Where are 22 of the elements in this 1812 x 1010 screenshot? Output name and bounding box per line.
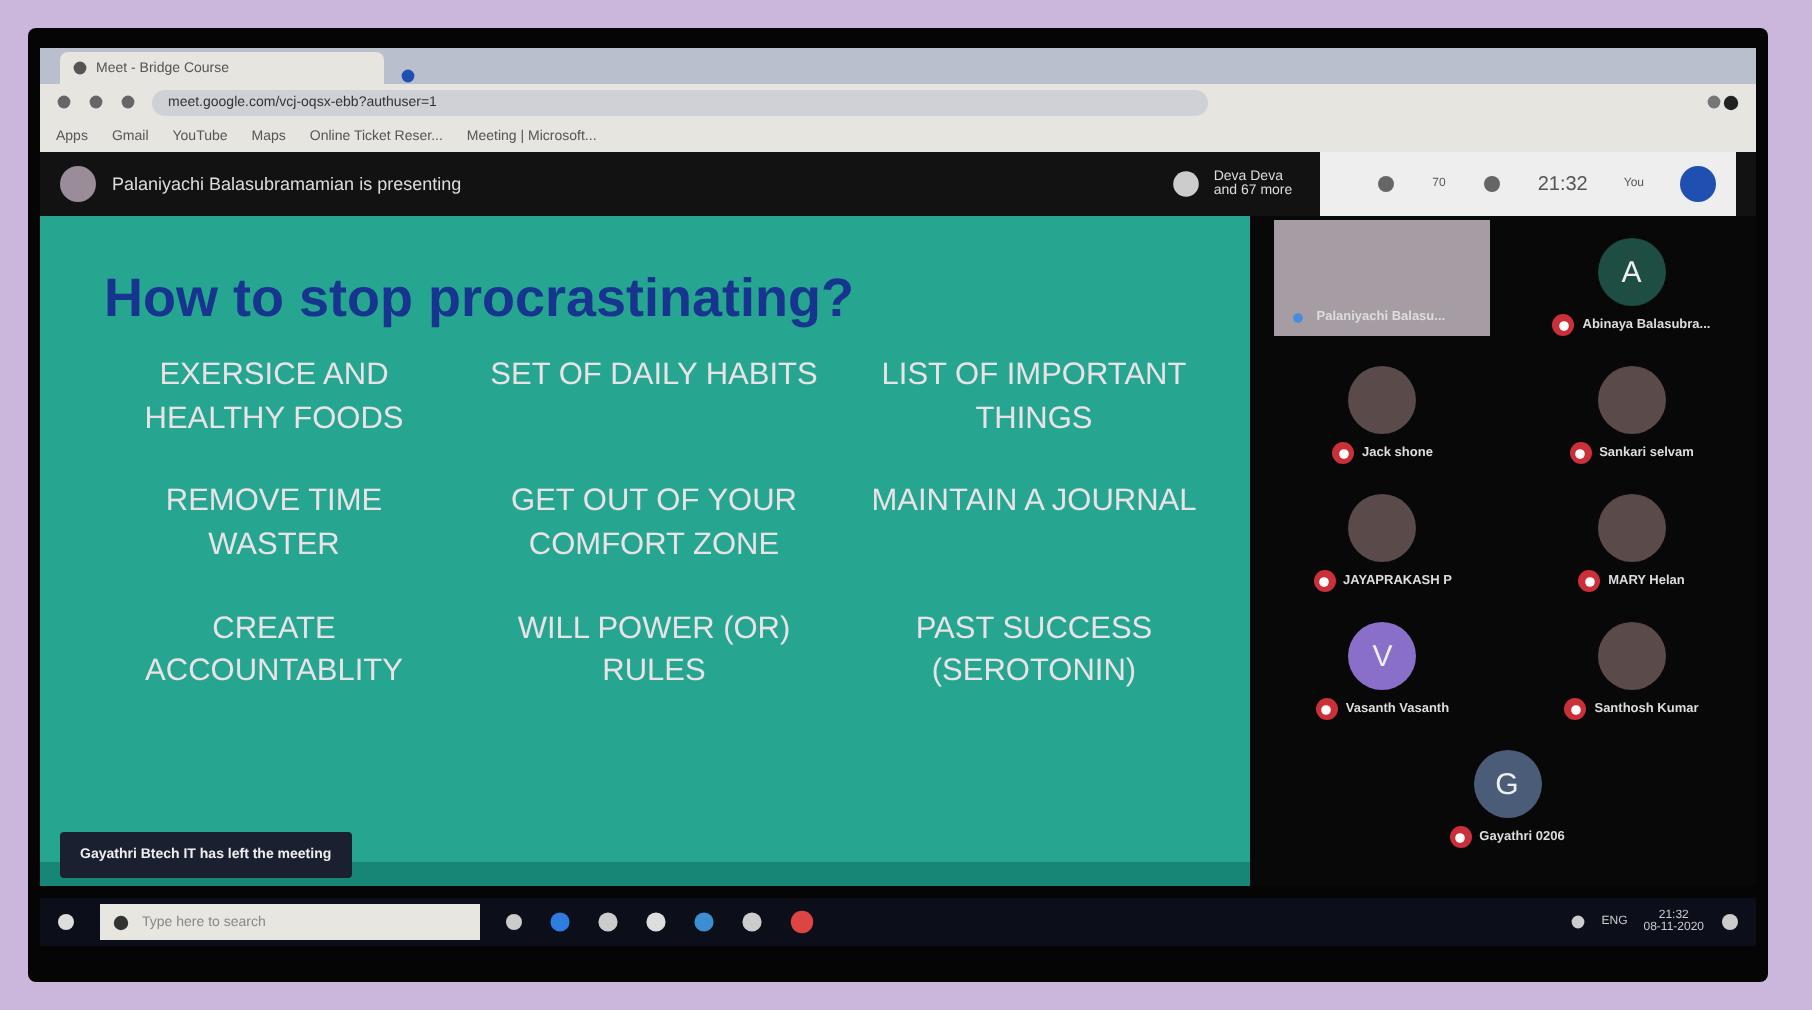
profile-photo-placeholder: [1597, 622, 1666, 690]
letter-avatar: G: [1473, 750, 1541, 818]
slide-item: GET OUT OF YOUR COMFORT ZONE: [509, 482, 799, 567]
slide-item: EXERSICE AND HEALTHY FOODS: [142, 356, 406, 440]
self-avatar[interactable]: [1680, 166, 1716, 202]
profile-photo-placeholder: [1348, 494, 1417, 562]
slide-item: LIST OF IMPORTANT THINGS: [879, 356, 1189, 440]
letter-avatar: V: [1348, 622, 1417, 690]
meeting-time: 21:32: [1537, 173, 1588, 195]
slide-item: CREATE ACCOUNTABLITY: [143, 609, 405, 693]
presenting-text: Palaniyachi Balasubramamian is presenting: [112, 174, 462, 194]
slide-item: SET OF DAILY HABITS: [488, 356, 820, 396]
slide-item: REMOVE TIME WASTER: [163, 482, 385, 567]
profile-photo-placeholder: [1597, 366, 1666, 434]
slide-item: WILL POWER (OR) RULES: [515, 609, 793, 693]
slide-item: MAINTAIN A JOURNAL: [869, 482, 1199, 523]
profile-photo-placeholder: [1348, 366, 1417, 434]
presenter-avatar: [60, 166, 96, 202]
slide-item: PAST SUCCESS (SEROTONIN): [913, 609, 1155, 693]
slide-title: How to stop procrastinating?: [104, 268, 856, 330]
letter-avatar: A: [1597, 238, 1666, 306]
profile-photo-placeholder: [1597, 494, 1666, 562]
